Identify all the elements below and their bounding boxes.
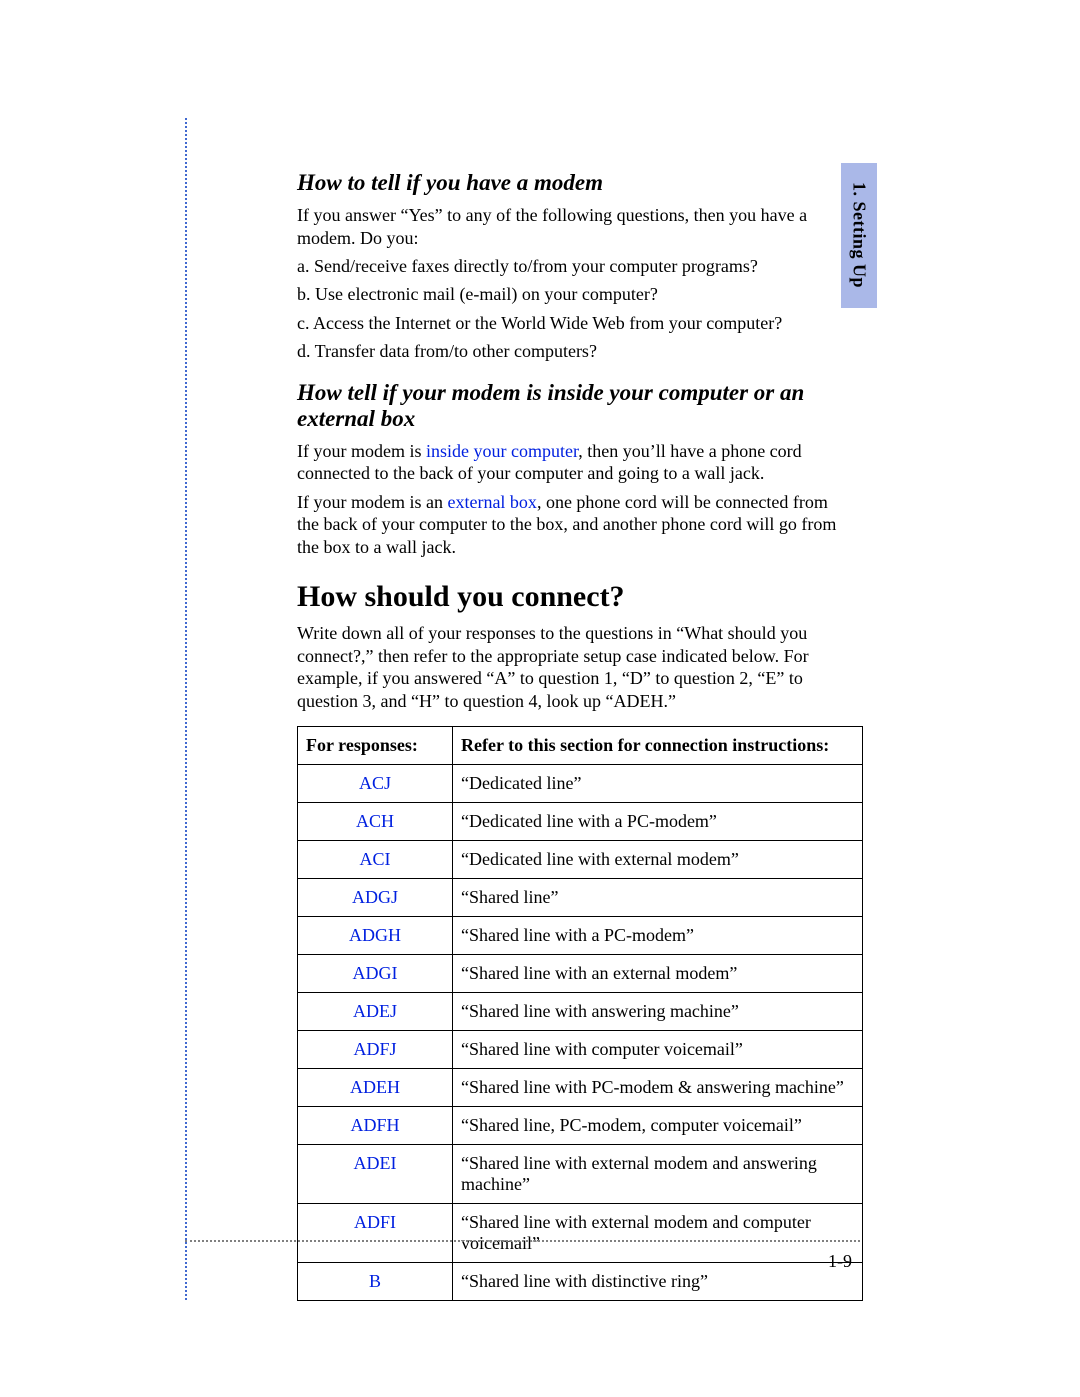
response-code-link[interactable]: ADFI — [298, 1204, 453, 1263]
response-code-link[interactable]: ADGI — [298, 955, 453, 993]
section1-item-b: b. Use electronic mail (e-mail) on your … — [297, 283, 842, 306]
responses-table-container: For responses: Refer to this section for… — [297, 726, 863, 1301]
response-description: “Dedicated line with a PC-modem” — [453, 803, 863, 841]
response-code-link[interactable]: ACH — [298, 803, 453, 841]
response-code-link[interactable]: ACJ — [298, 765, 453, 803]
section1-item-c: c. Access the Internet or the World Wide… — [297, 312, 842, 335]
table-row: ADEI“Shared line with external modem and… — [298, 1145, 863, 1204]
table-row: ACJ“Dedicated line” — [298, 765, 863, 803]
section1-item-a: a. Send/receive faxes directly to/from y… — [297, 255, 842, 278]
horizontal-dotted-border — [185, 1240, 860, 1242]
section1-item-d: d. Transfer data from/to other computers… — [297, 340, 842, 363]
section3-intro: Write down all of your responses to the … — [297, 622, 842, 712]
table-row: ADGJ“Shared line” — [298, 879, 863, 917]
chapter-tab-label: 1. Setting Up — [849, 182, 870, 288]
response-description: “Shared line with answering machine” — [453, 993, 863, 1031]
response-description: “Shared line with distinctive ring” — [453, 1263, 863, 1301]
response-description: “Shared line” — [453, 879, 863, 917]
table-row: ADEH“Shared line with PC-modem & answeri… — [298, 1069, 863, 1107]
response-description: “Shared line with an external modem” — [453, 955, 863, 993]
response-description: “Shared line with PC-modem & answering m… — [453, 1069, 863, 1107]
page-number: 1-9 — [828, 1251, 852, 1272]
main-heading-connect: How should you connect? — [297, 580, 842, 614]
table-row: ACH“Dedicated line with a PC-modem” — [298, 803, 863, 841]
table-row: ADFH“Shared line, PC-modem, computer voi… — [298, 1107, 863, 1145]
table-row: ADEJ“Shared line with answering machine” — [298, 993, 863, 1031]
table-row: ADGH“Shared line with a PC-modem” — [298, 917, 863, 955]
response-description: “Shared line with external modem and com… — [453, 1204, 863, 1263]
response-code-link[interactable]: ADEJ — [298, 993, 453, 1031]
vertical-dotted-border — [185, 118, 187, 1300]
table-row: ADFI“Shared line with external modem and… — [298, 1204, 863, 1263]
table-row: ADGI“Shared line with an external modem” — [298, 955, 863, 993]
section2-p1a: If your modem is — [297, 441, 426, 461]
section2-p2: If your modem is an external box, one ph… — [297, 491, 842, 559]
response-description: “Shared line with a PC-modem” — [453, 917, 863, 955]
response-code-link[interactable]: ADFH — [298, 1107, 453, 1145]
response-description: “Shared line with external modem and ans… — [453, 1145, 863, 1204]
response-code-link[interactable]: ADFJ — [298, 1031, 453, 1069]
table-header-instructions: Refer to this section for connection ins… — [453, 727, 863, 765]
response-code-link[interactable]: ADGH — [298, 917, 453, 955]
section2-p2a: If your modem is an — [297, 492, 447, 512]
section-heading-inside-external: How tell if your modem is inside your co… — [297, 380, 842, 432]
chapter-tab: 1. Setting Up — [841, 163, 877, 308]
responses-table: For responses: Refer to this section for… — [297, 726, 863, 1301]
response-description: “Shared line, PC-modem, computer voicema… — [453, 1107, 863, 1145]
response-code-link[interactable]: ADEI — [298, 1145, 453, 1204]
response-description: “Dedicated line” — [453, 765, 863, 803]
link-external-box[interactable]: external box — [447, 492, 536, 512]
section-heading-modem: How to tell if you have a modem — [297, 170, 842, 196]
response-code-link[interactable]: ACI — [298, 841, 453, 879]
response-code-link[interactable]: B — [298, 1263, 453, 1301]
table-row: B“Shared line with distinctive ring” — [298, 1263, 863, 1301]
section1-intro: If you answer “Yes” to any of the follow… — [297, 204, 842, 249]
main-content: How to tell if you have a modem If you a… — [297, 170, 842, 1301]
link-inside-computer[interactable]: inside your computer — [426, 441, 578, 461]
response-code-link[interactable]: ADEH — [298, 1069, 453, 1107]
table-row: ADFJ“Shared line with computer voicemail… — [298, 1031, 863, 1069]
table-header-responses: For responses: — [298, 727, 453, 765]
response-description: “Shared line with computer voicemail” — [453, 1031, 863, 1069]
response-code-link[interactable]: ADGJ — [298, 879, 453, 917]
table-row: ACI“Dedicated line with external modem” — [298, 841, 863, 879]
section2-p1: If your modem is inside your computer, t… — [297, 440, 842, 485]
response-description: “Dedicated line with external modem” — [453, 841, 863, 879]
